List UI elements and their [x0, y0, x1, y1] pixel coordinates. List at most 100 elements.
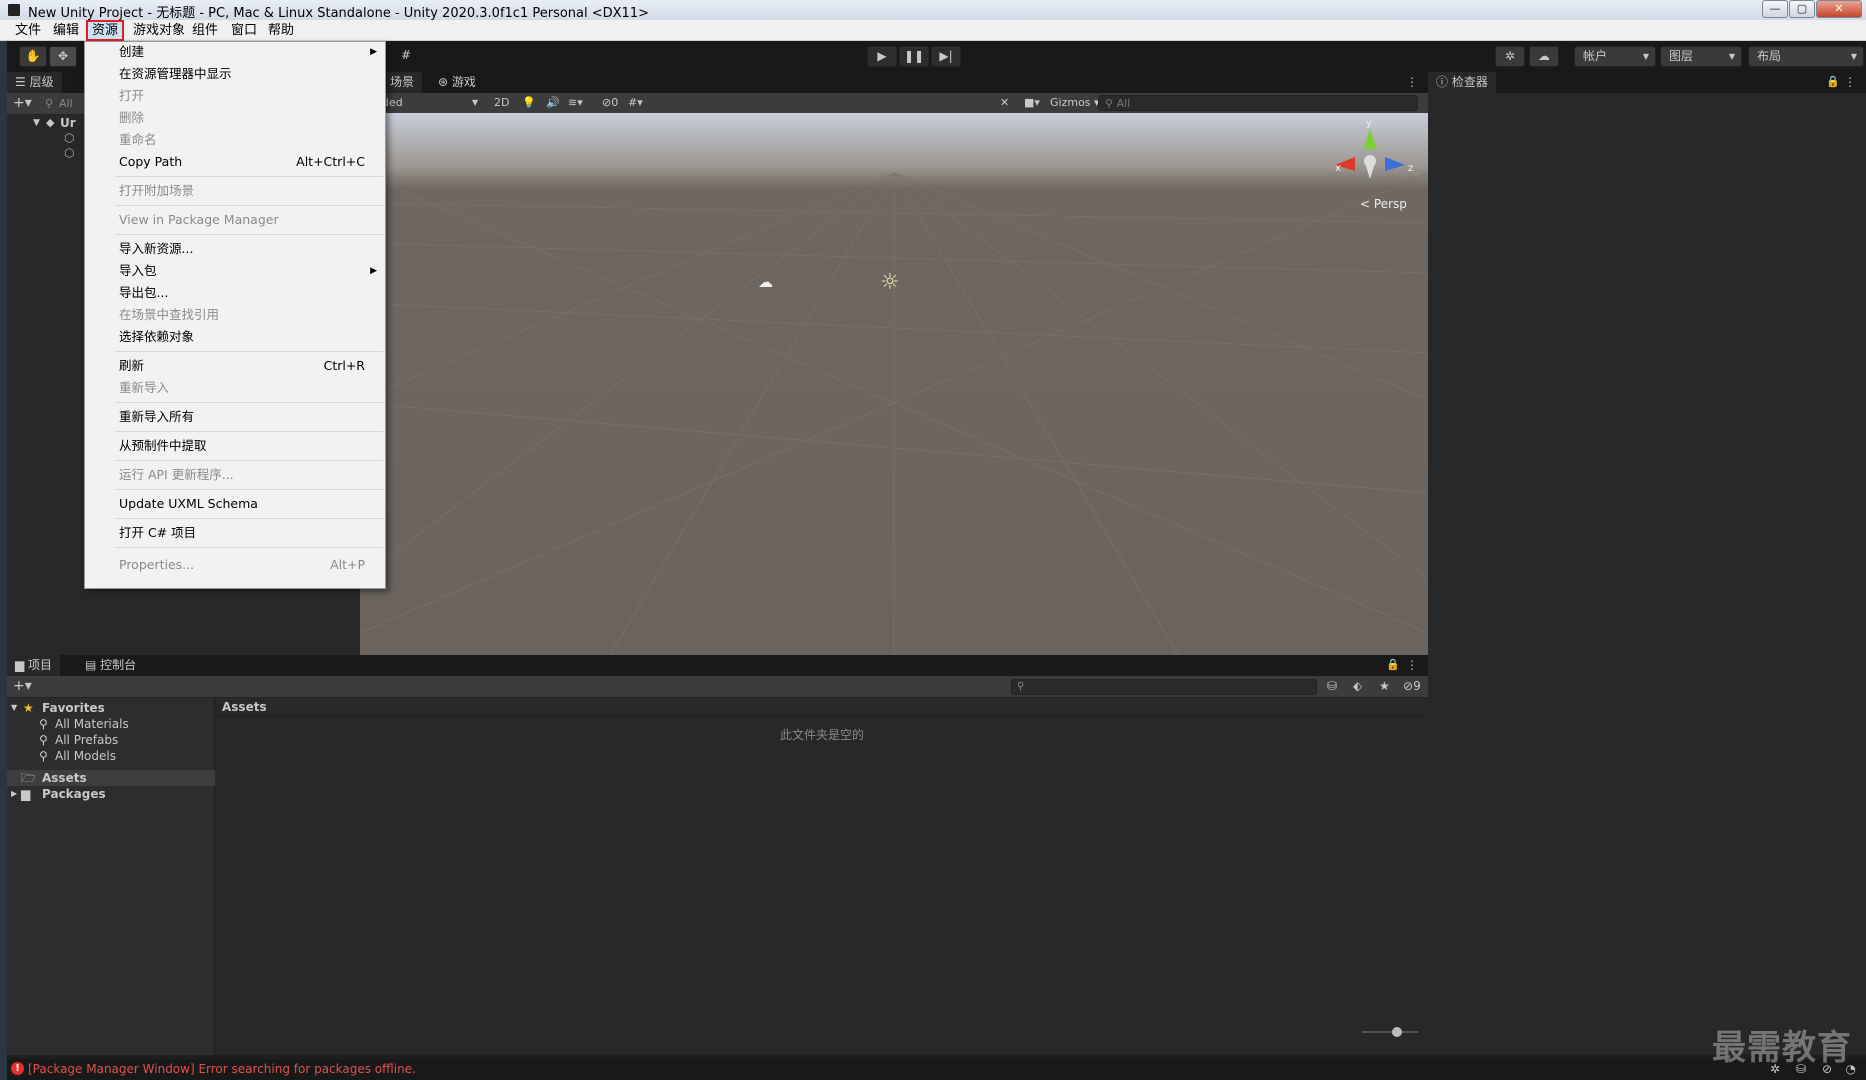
menu-item-create[interactable]: 创建 ▶	[85, 42, 385, 62]
cloud-icon[interactable]: ☁	[1529, 46, 1559, 67]
slider-thumb[interactable]	[1392, 1027, 1402, 1037]
menu-component[interactable]: 组件	[189, 22, 221, 39]
status-bar: ! [Package Manager Window] Error searchi…	[7, 1059, 1866, 1080]
menu-gameobject[interactable]: 游戏对象	[130, 22, 188, 39]
lighting-icon[interactable]: 💡	[522, 95, 536, 111]
lock-icon[interactable]: 🔒	[1386, 658, 1400, 671]
camera-icon[interactable]: ■▾	[1024, 95, 1040, 111]
menu-file[interactable]: 文件	[12, 22, 44, 39]
menu-item-import-package[interactable]: 导入包 ▶	[85, 261, 385, 281]
menu-item-view-in-package-manager-label: View in Package Manager	[119, 212, 279, 227]
hidden-objects-icon[interactable]: ⊘0	[602, 95, 618, 111]
effects-icon[interactable]: ≋▾	[568, 95, 583, 111]
orientation-gizmo-icon[interactable]	[1325, 121, 1415, 201]
perspective-toggle[interactable]: < Persp	[1360, 197, 1407, 211]
more-options-icon[interactable]: ⋮	[1844, 75, 1856, 89]
sun-light-icon[interactable]: ☼	[880, 270, 900, 295]
tab-console[interactable]: ▤ 控制台	[77, 655, 144, 676]
scene-search-input[interactable]: ⚲ All	[1098, 95, 1418, 111]
list-item[interactable]: ⚲ All Prefabs	[7, 732, 215, 748]
hidden-packages-icon[interactable]: ⊘9	[1403, 679, 1421, 693]
gizmos-dropdown[interactable]: Gizmos ▾	[1050, 95, 1100, 111]
search-by-type-icon[interactable]: ⛁	[1327, 679, 1337, 693]
add-icon[interactable]: +▾	[13, 95, 32, 111]
chevron-down-icon: ▼	[1850, 52, 1857, 61]
chevron-down-icon: ▼	[1642, 52, 1649, 61]
menu-edit[interactable]: 编辑	[50, 22, 82, 39]
hierarchy-search-input[interactable]: All	[59, 97, 73, 110]
gamepad-icon: ⊛	[438, 75, 452, 89]
list-icon: ☰	[15, 75, 30, 89]
folder-open-icon: 🗁	[21, 771, 36, 785]
menu-item-open-csharp-project[interactable]: 打开 C# 项目	[85, 523, 385, 543]
menu-item-refresh-label: 刷新	[119, 358, 145, 373]
tab-game[interactable]: ⊛ 游戏	[430, 72, 484, 93]
menu-item-update-uxml-schema[interactable]: Update UXML Schema	[85, 494, 385, 514]
step-button[interactable]: ▶|	[931, 46, 961, 67]
menu-item-open-label: 打开	[119, 88, 145, 103]
scene-canvas[interactable]: ☁ ☼ y x z < Persp	[360, 113, 1428, 655]
expand-arrow-icon[interactable]: ▼	[11, 700, 17, 716]
mode-2d-toggle[interactable]: 2D	[494, 95, 509, 111]
packages-folder-row[interactable]: ▶ ▆ Packages	[7, 786, 215, 802]
project-search-input[interactable]: ⚲	[1011, 679, 1317, 695]
menu-item-select-dependencies[interactable]: 选择依赖对象	[85, 327, 385, 347]
assets-folder-row[interactable]: 🗁 Assets	[7, 770, 215, 786]
list-item[interactable]: ⚲ All Models	[7, 748, 215, 764]
menu-window[interactable]: 窗口	[228, 22, 260, 39]
layers-dropdown[interactable]: 图层 ▼	[1660, 46, 1742, 67]
menu-bar: 文件 编辑 资源 游戏对象 组件 窗口 帮助	[0, 20, 1866, 41]
expand-arrow-icon[interactable]: ▶	[11, 786, 17, 802]
pause-button[interactable]: ❚❚	[899, 46, 929, 67]
favorite-star-icon[interactable]: ★	[1379, 679, 1390, 693]
status-error-message[interactable]: [Package Manager Window] Error searching…	[28, 1062, 416, 1076]
menu-item-run-api-updater-label: 运行 API 更新程序...	[119, 467, 234, 482]
more-options-icon[interactable]: ⋮	[1406, 658, 1418, 672]
list-item[interactable]: ⚲ All Materials	[7, 716, 215, 732]
close-button[interactable]: ✕	[1816, 0, 1862, 18]
favorites-row[interactable]: ▼ ★ Favorites	[7, 700, 215, 716]
scene-name[interactable]: Ur	[60, 116, 76, 130]
collab-icon[interactable]: ✲	[1495, 46, 1525, 67]
minimize-button[interactable]: —	[1762, 0, 1788, 18]
gameobject-cube-icon[interactable]: ⬡	[64, 146, 74, 160]
menu-item-copy-path[interactable]: Copy Path Alt+Ctrl+C	[85, 152, 385, 172]
menu-item-reimport-all-label: 重新导入所有	[119, 409, 195, 424]
shortcut-label: Ctrl+R	[323, 358, 365, 373]
icon-size-slider[interactable]	[1362, 1027, 1418, 1037]
label-icon[interactable]: ⬖	[1353, 679, 1362, 693]
grid-snap-icon[interactable]: #	[394, 46, 418, 67]
more-options-icon[interactable]: ⋮	[1406, 75, 1418, 89]
audio-icon[interactable]: 🔊	[546, 95, 560, 111]
menu-assets[interactable]: 资源	[86, 20, 125, 41]
add-icon[interactable]: +▾	[13, 678, 32, 694]
chevron-down-icon[interactable]: ▼	[472, 95, 478, 111]
menu-item-reimport-all[interactable]: 重新导入所有	[85, 407, 385, 427]
account-dropdown[interactable]: 帐户 ▼	[1574, 46, 1656, 67]
tools-icon[interactable]: ✕	[1000, 95, 1009, 111]
menu-item-refresh[interactable]: 刷新 Ctrl+R	[85, 356, 385, 376]
menu-item-extract-from-prefab[interactable]: 从预制件中提取	[85, 436, 385, 456]
tab-hierarchy[interactable]: ☰ 层级	[7, 72, 62, 93]
lock-icon[interactable]: 🔒	[1826, 75, 1840, 88]
maximize-button[interactable]: ▢	[1789, 0, 1815, 18]
layout-dropdown[interactable]: 布局 ▼	[1748, 46, 1864, 67]
camera-gizmo-icon[interactable]: ☁	[758, 273, 773, 291]
menu-item-export-package[interactable]: 导出包...	[85, 283, 385, 303]
gameobject-cube-icon[interactable]: ⬡	[64, 131, 74, 145]
grid-icon[interactable]: #▾	[628, 95, 643, 111]
breadcrumb-assets[interactable]: Assets	[222, 700, 267, 714]
menu-item-show-in-explorer[interactable]: 在资源管理器中显示	[85, 64, 385, 84]
axis-z-label: z	[1408, 163, 1414, 174]
tab-project[interactable]: ▆ 项目	[7, 655, 61, 676]
menu-item-import-new-asset[interactable]: 导入新资源...	[85, 239, 385, 259]
expand-arrow-icon[interactable]: ▼	[33, 118, 40, 128]
tab-scene[interactable]: 场景	[382, 72, 423, 93]
hand-tool-icon[interactable]: ✋	[19, 46, 47, 67]
move-tool-icon[interactable]: ✥	[49, 46, 77, 67]
play-button[interactable]: ▶	[867, 46, 897, 67]
favorites-label: Favorites	[42, 701, 105, 715]
menu-separator	[115, 489, 383, 490]
menu-help[interactable]: 帮助	[265, 22, 297, 39]
tab-inspector[interactable]: ⓘ 检查器	[1428, 72, 1496, 93]
